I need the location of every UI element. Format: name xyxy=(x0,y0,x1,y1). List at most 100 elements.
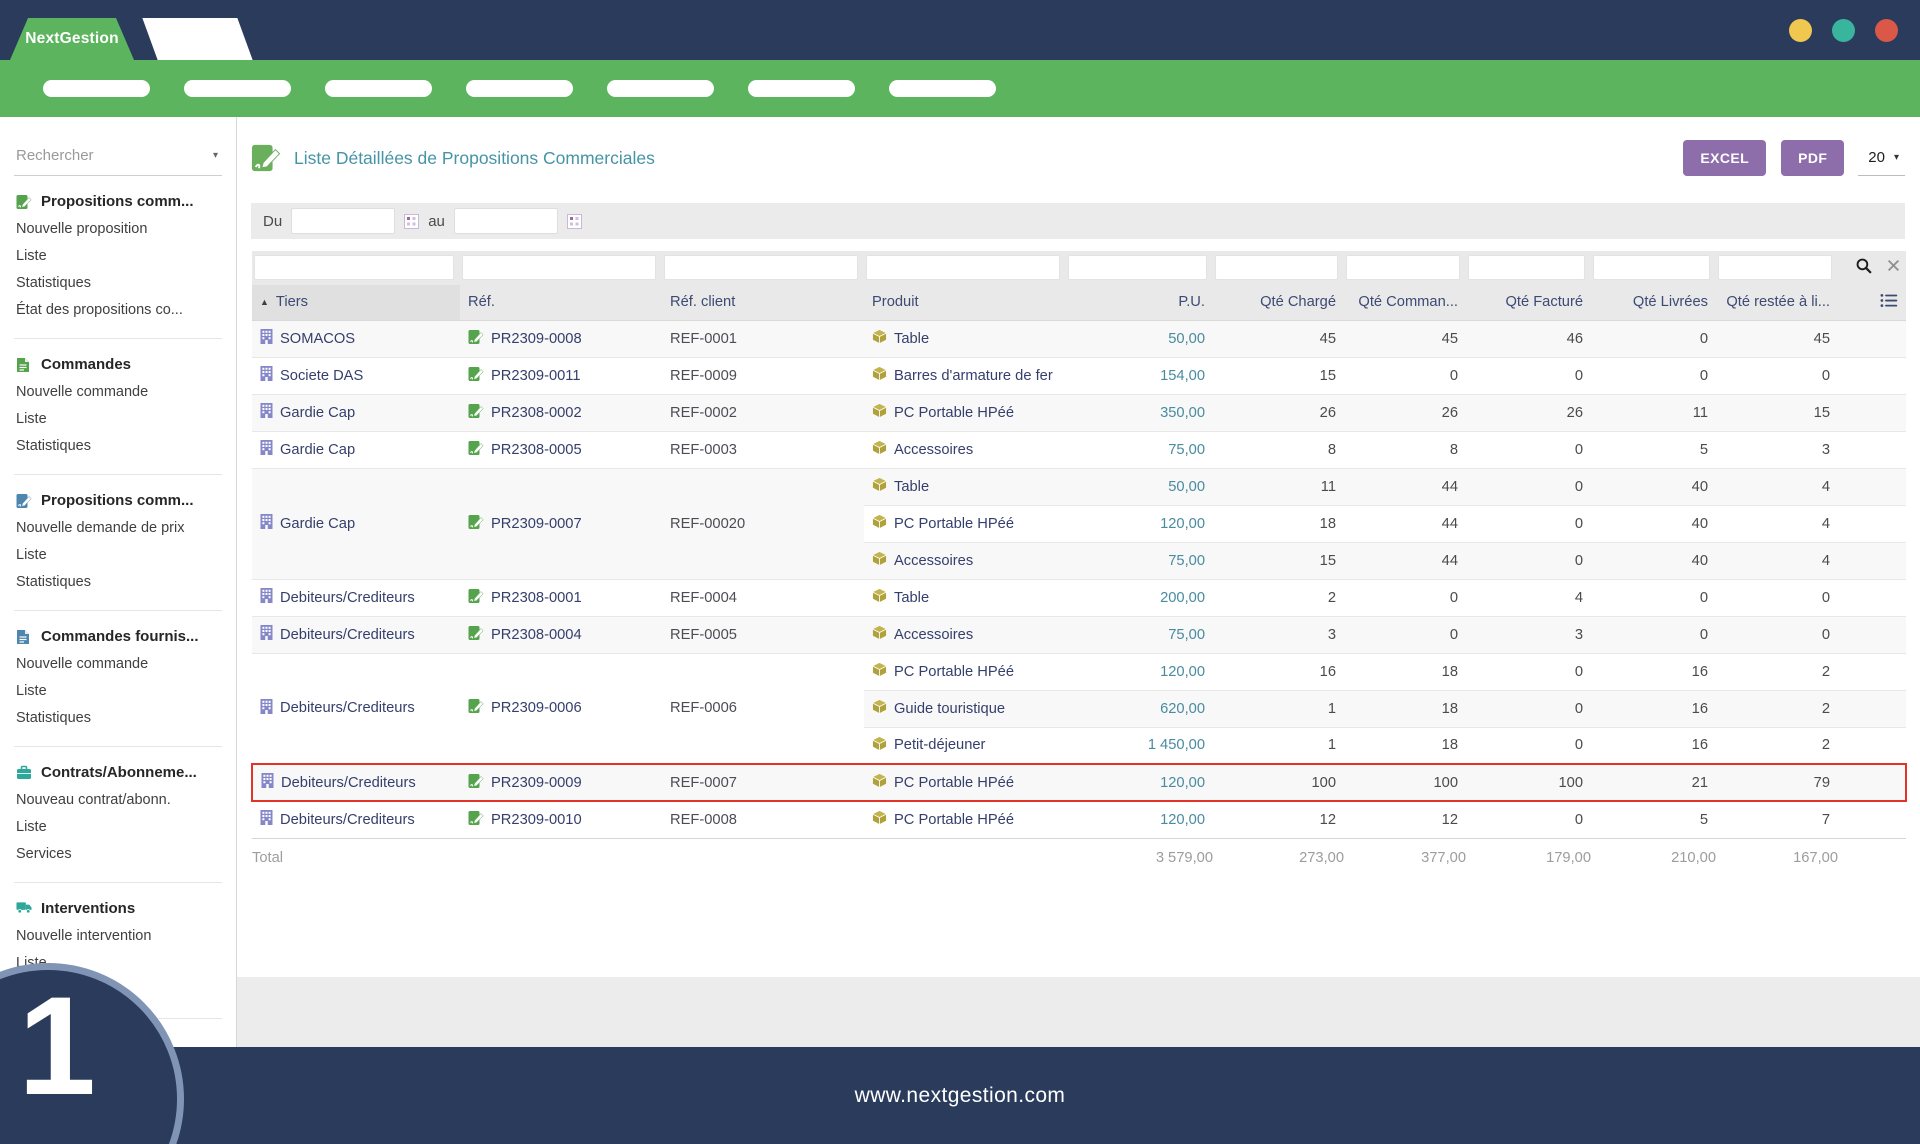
produit-cell[interactable]: Accessoires xyxy=(864,431,1066,468)
produit-cell[interactable]: PC Portable HPéé xyxy=(864,801,1066,838)
tiers-cell[interactable]: Debiteurs/Crediteurs xyxy=(252,616,460,653)
tiers-cell[interactable]: Debiteurs/Crediteurs xyxy=(252,764,460,801)
sidebar-section-header[interactable]: Commandes fournis... xyxy=(16,628,222,645)
produit-cell[interactable]: Table xyxy=(864,579,1066,616)
calendar-icon[interactable] xyxy=(567,214,582,229)
tiers-cell[interactable]: Debiteurs/Crediteurs xyxy=(252,579,460,616)
sidebar-section-header[interactable]: Propositions comm... xyxy=(16,492,222,509)
column-filter-input[interactable] xyxy=(1593,255,1710,280)
nav-pill[interactable] xyxy=(607,80,714,97)
brand-tab[interactable]: NextGestion xyxy=(10,18,134,60)
ref-cell[interactable]: PR2308-0004 xyxy=(460,616,662,653)
ref-cell[interactable]: PR2309-0008 xyxy=(460,320,662,357)
search-input[interactable] xyxy=(16,147,196,164)
sidebar-item[interactable]: Statistiques xyxy=(14,270,222,297)
sidebar-item[interactable]: Liste xyxy=(14,243,222,270)
sidebar-item[interactable]: Liste xyxy=(14,814,222,841)
sidebar-item[interactable]: Nouvelle commande xyxy=(14,379,222,406)
table-row[interactable]: Gardie CapPR2308-0002REF-0002PC Portable… xyxy=(252,394,1906,431)
column-header[interactable]: Qté Livrées xyxy=(1591,285,1716,320)
produit-cell[interactable]: Accessoires xyxy=(864,616,1066,653)
tiers-cell[interactable]: Debiteurs/Crediteurs xyxy=(252,801,460,838)
column-filter-input[interactable] xyxy=(1718,255,1832,280)
nav-pill[interactable] xyxy=(889,80,996,97)
sidebar-section-header[interactable]: Interventions xyxy=(16,900,222,917)
calendar-icon[interactable] xyxy=(404,214,419,229)
column-filter-input[interactable] xyxy=(1068,255,1207,280)
sidebar-item[interactable]: Liste xyxy=(14,406,222,433)
ref-cell[interactable]: PR2309-0010 xyxy=(460,801,662,838)
tiers-cell[interactable]: Gardie Cap xyxy=(252,394,460,431)
table-row[interactable]: Gardie CapPR2308-0005REF-0003Accessoires… xyxy=(252,431,1906,468)
column-header[interactable]: ▲Tiers xyxy=(252,285,460,320)
date-to-input[interactable] xyxy=(454,208,558,234)
sidebar-item[interactable]: Nouvelle demande de prix xyxy=(14,515,222,542)
column-header[interactable]: Qté restée à li... xyxy=(1716,285,1838,320)
sidebar-section-header[interactable]: Contrats/Abonneme... xyxy=(16,764,222,781)
sidebar-item[interactable]: Liste xyxy=(14,678,222,705)
sidebar-item[interactable]: Services xyxy=(14,841,222,868)
pdf-export-button[interactable]: PDF xyxy=(1781,140,1844,176)
sidebar-item[interactable]: Statistiques xyxy=(14,569,222,596)
produit-cell[interactable]: Petit-déjeuner xyxy=(864,727,1066,764)
sidebar-item[interactable]: Liste xyxy=(14,542,222,569)
column-filter-input[interactable] xyxy=(254,255,454,280)
table-row[interactable]: Debiteurs/CrediteursPR2308-0001REF-0004T… xyxy=(252,579,1906,616)
sidebar-section-header[interactable]: Propositions comm... xyxy=(16,193,222,210)
page-size-select[interactable]: 20 ▾ xyxy=(1858,140,1905,176)
clear-filter-icon[interactable] xyxy=(1887,259,1900,276)
column-filter-input[interactable] xyxy=(866,255,1060,280)
sidebar-item[interactable]: Nouvelle commande xyxy=(14,651,222,678)
table-row[interactable]: SOMACOSPR2309-0008REF-0001Table50,004545… xyxy=(252,320,1906,357)
ref-cell[interactable]: PR2309-0007 xyxy=(460,468,662,579)
table-row[interactable]: Gardie CapPR2309-0007REF-00020Table50,00… xyxy=(252,468,1906,505)
produit-cell[interactable]: PC Portable HPéé xyxy=(864,653,1066,690)
yellow-dot-icon[interactable] xyxy=(1789,19,1812,42)
sidebar-item[interactable]: Nouvelle proposition xyxy=(14,216,222,243)
nav-pill[interactable] xyxy=(748,80,855,97)
column-header[interactable]: Qté Comman... xyxy=(1344,285,1466,320)
ref-cell[interactable]: PR2308-0002 xyxy=(460,394,662,431)
produit-cell[interactable]: PC Portable HPéé xyxy=(864,505,1066,542)
date-from-input[interactable] xyxy=(291,208,395,234)
tiers-cell[interactable]: Gardie Cap xyxy=(252,431,460,468)
column-filter-input[interactable] xyxy=(1215,255,1338,280)
search-icon[interactable] xyxy=(1855,257,1873,279)
produit-cell[interactable]: Table xyxy=(864,320,1066,357)
produit-cell[interactable]: PC Portable HPéé xyxy=(864,394,1066,431)
tiers-cell[interactable]: SOMACOS xyxy=(252,320,460,357)
sidebar-section-header[interactable]: Commandes xyxy=(16,356,222,373)
produit-cell[interactable]: PC Portable HPéé xyxy=(864,764,1066,801)
column-header[interactable]: Réf. xyxy=(460,285,662,320)
column-filter-input[interactable] xyxy=(1346,255,1460,280)
table-row[interactable]: Debiteurs/CrediteursPR2309-0010REF-0008P… xyxy=(252,801,1906,838)
table-row[interactable]: Societe DASPR2309-0011REF-0009Barres d'a… xyxy=(252,357,1906,394)
excel-export-button[interactable]: EXCEL xyxy=(1683,140,1766,176)
nav-pill[interactable] xyxy=(184,80,291,97)
column-chooser-icon[interactable] xyxy=(1880,296,1898,312)
tiers-cell[interactable]: Gardie Cap xyxy=(252,468,460,579)
sidebar-item[interactable]: Nouveau contrat/abonn. xyxy=(14,787,222,814)
nav-pill[interactable] xyxy=(466,80,573,97)
nav-pill[interactable] xyxy=(325,80,432,97)
ref-cell[interactable]: PR2308-0005 xyxy=(460,431,662,468)
produit-cell[interactable]: Barres d'armature de fer xyxy=(864,357,1066,394)
produit-cell[interactable]: Guide touristique xyxy=(864,690,1066,727)
ref-cell[interactable]: PR2309-0009 xyxy=(460,764,662,801)
teal-dot-icon[interactable] xyxy=(1832,19,1855,42)
sidebar-item[interactable]: État des propositions co... xyxy=(14,297,222,324)
sidebar-item[interactable]: Statistiques xyxy=(14,705,222,732)
nav-pill[interactable] xyxy=(43,80,150,97)
blank-tab[interactable] xyxy=(142,18,252,60)
column-filter-input[interactable] xyxy=(664,255,858,280)
red-dot-icon[interactable] xyxy=(1875,19,1898,42)
ref-cell[interactable]: PR2309-0011 xyxy=(460,357,662,394)
tiers-cell[interactable]: Societe DAS xyxy=(252,357,460,394)
table-row-highlighted[interactable]: Debiteurs/CrediteursPR2309-0009REF-0007P… xyxy=(252,764,1906,801)
produit-cell[interactable]: Table xyxy=(864,468,1066,505)
table-row[interactable]: Debiteurs/CrediteursPR2309-0006REF-0006P… xyxy=(252,653,1906,690)
table-row[interactable]: Debiteurs/CrediteursPR2308-0004REF-0005A… xyxy=(252,616,1906,653)
ref-cell[interactable]: PR2309-0006 xyxy=(460,653,662,764)
column-header[interactable]: P.U. xyxy=(1066,285,1213,320)
column-filter-input[interactable] xyxy=(1468,255,1585,280)
